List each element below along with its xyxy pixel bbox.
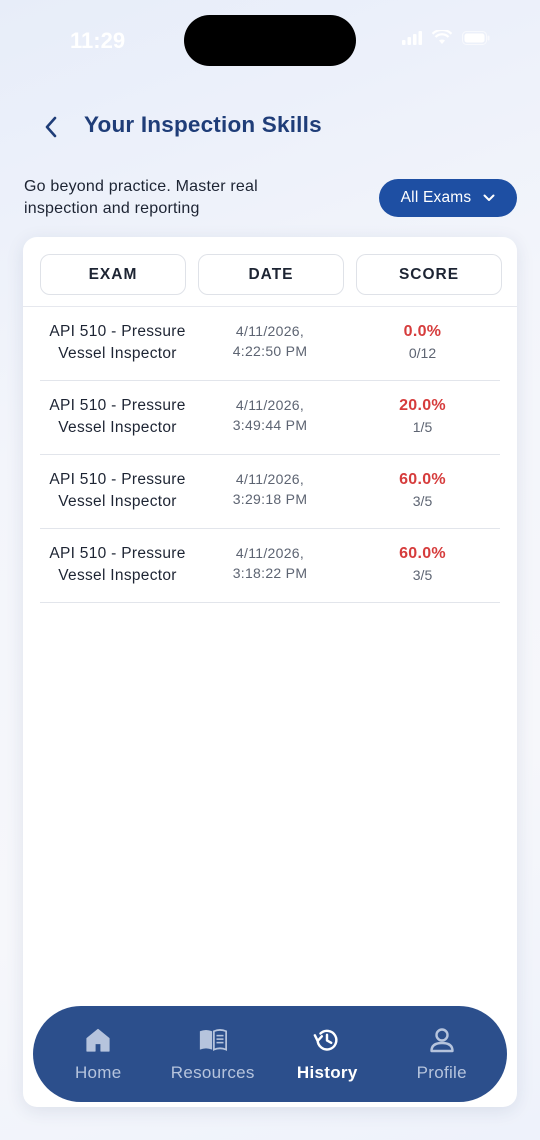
- column-header-score[interactable]: SCORE: [356, 254, 502, 295]
- tab-label: Resources: [170, 1062, 255, 1082]
- score-fraction: 3/5: [412, 567, 433, 583]
- tab-profile[interactable]: Profile: [386, 1026, 498, 1083]
- exam-date-day: 4/11/2026,: [235, 397, 305, 413]
- profile-icon: [428, 1026, 456, 1054]
- table-row[interactable]: API 510 - Pressure Vessel Inspector 4/11…: [40, 381, 500, 455]
- filter-label: All Exams: [400, 189, 472, 206]
- tab-label: Home: [74, 1062, 122, 1082]
- status-bar: 11:29: [0, 0, 540, 80]
- table-row[interactable]: API 510 - Pressure Vessel Inspector 4/11…: [40, 307, 500, 381]
- tab-history[interactable]: History: [271, 1026, 383, 1083]
- page-title: Your Inspection Skills: [84, 112, 322, 137]
- bottom-tab-bar: Home Resources History Profile: [33, 1006, 507, 1102]
- book-icon: [199, 1026, 227, 1054]
- exam-date: 4/11/2026, 4:22:50 PM: [200, 321, 340, 361]
- history-table: API 510 - Pressure Vessel Inspector 4/11…: [40, 307, 500, 603]
- score-percent: 20.0%: [399, 397, 446, 414]
- exam-date: 4/11/2026, 3:18:22 PM: [200, 543, 340, 583]
- tab-resources[interactable]: Resources: [157, 1026, 269, 1083]
- score-fraction: 3/5: [412, 493, 433, 509]
- battery-icon: [462, 30, 490, 45]
- score-fraction: 1/5: [412, 419, 433, 435]
- tab-home[interactable]: Home: [42, 1026, 154, 1083]
- exam-name: API 510 - Pressure Vessel Inspector: [49, 397, 186, 436]
- table-header: EXAM DATE SCORE: [40, 254, 502, 295]
- exam-date-time: 3:18:22 PM: [232, 565, 308, 581]
- exam-name: API 510 - Pressure Vessel Inspector: [49, 323, 186, 362]
- signal-icon: [402, 30, 422, 45]
- back-button[interactable]: [36, 112, 66, 142]
- exam-date-day: 4/11/2026,: [235, 545, 305, 561]
- exam-date-day: 4/11/2026,: [235, 471, 305, 487]
- exam-name: API 510 - Pressure Vessel Inspector: [49, 545, 186, 584]
- score-fraction: 0/12: [408, 345, 437, 361]
- exam-score: 60.0% 3/5: [345, 469, 500, 511]
- exam-date-time: 4:22:50 PM: [232, 343, 308, 359]
- score-percent: 60.0%: [399, 471, 446, 488]
- exam-date: 4/11/2026, 3:49:44 PM: [200, 395, 340, 435]
- table-row[interactable]: API 510 - Pressure Vessel Inspector 4/11…: [40, 455, 500, 529]
- wifi-icon: [432, 30, 452, 44]
- score-percent: 60.0%: [399, 545, 446, 562]
- exam-date: 4/11/2026, 3:29:18 PM: [200, 469, 340, 509]
- tagline: Go beyond practice. Master real inspecti…: [24, 178, 258, 217]
- exam-filter-dropdown[interactable]: All Exams: [379, 179, 517, 217]
- exam-score: 0.0% 0/12: [345, 321, 500, 363]
- exam-score: 60.0% 3/5: [345, 543, 500, 585]
- chevron-left-icon: [45, 116, 57, 138]
- dynamic-island: [184, 15, 356, 66]
- home-icon: [84, 1026, 112, 1054]
- header: Your Inspection Skills: [0, 108, 540, 148]
- chevron-down-icon: [483, 194, 495, 201]
- exam-name: API 510 - Pressure Vessel Inspector: [49, 471, 186, 510]
- tab-label: History: [296, 1062, 358, 1082]
- tab-label: Profile: [416, 1062, 467, 1082]
- status-icons: [402, 30, 490, 45]
- exam-score: 20.0% 1/5: [345, 395, 500, 437]
- history-icon: [313, 1026, 341, 1054]
- status-time: 11:29: [70, 28, 126, 53]
- exam-date-day: 4/11/2026,: [235, 323, 305, 339]
- column-header-date[interactable]: DATE: [198, 254, 344, 295]
- column-header-exam[interactable]: EXAM: [40, 254, 186, 295]
- history-card: EXAM DATE SCORE API 510 - Pressure Vesse…: [23, 237, 517, 1107]
- table-row[interactable]: API 510 - Pressure Vessel Inspector 4/11…: [40, 529, 500, 603]
- score-percent: 0.0%: [403, 323, 442, 340]
- exam-date-time: 3:49:44 PM: [232, 417, 308, 433]
- exam-date-time: 3:29:18 PM: [232, 491, 308, 507]
